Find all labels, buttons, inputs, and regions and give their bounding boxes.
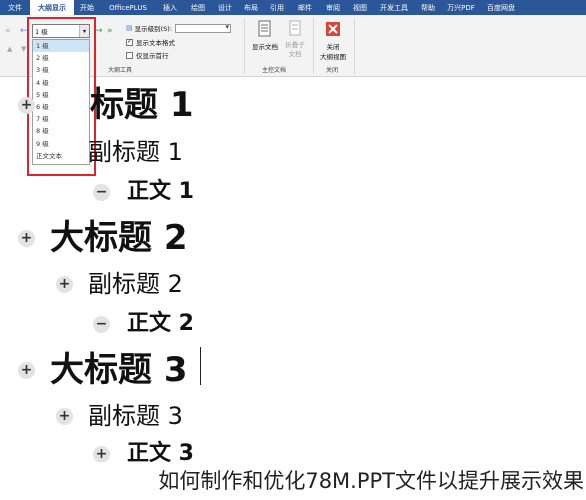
ribbon-tab-9[interactable]: 邮件 bbox=[290, 0, 320, 15]
collapse-minus-icon[interactable]: − bbox=[93, 315, 110, 333]
ribbon-tab-6[interactable]: 设计 bbox=[212, 0, 238, 15]
move-down-icon[interactable]: ▼ bbox=[21, 46, 26, 53]
close-label-line1: 关闭 bbox=[326, 43, 340, 51]
document-icon bbox=[258, 20, 271, 37]
outline-level-dropdown[interactable]: 1 级2 级3 级4 级5 级6 级7 级8 级9 级正文文本 bbox=[32, 39, 90, 165]
group-divider bbox=[354, 18, 355, 74]
promote-to-heading1-icon[interactable]: « bbox=[5, 27, 11, 36]
ribbon-tab-bar: 文件 大纲显示 开始 OfficePLUS 插入 绘图 设计 布局 引用 邮件 审阅 视图 开发工具 帮助… bbox=[0, 0, 586, 15]
outline-level-select[interactable]: 1 级 ▾ bbox=[32, 24, 90, 38]
heading-1-line[interactable]: 大标题 3 bbox=[50, 350, 188, 390]
level-option[interactable]: 3 级 bbox=[33, 64, 89, 76]
show-first-line-only-label: 仅显示首行 bbox=[136, 52, 169, 60]
ribbon-tab-1[interactable]: 大纲显示 bbox=[30, 0, 74, 15]
ribbon-tab-14[interactable]: 万兴PDF bbox=[442, 0, 480, 15]
group-divider bbox=[244, 18, 245, 74]
ribbon-tab-5[interactable]: 绘图 bbox=[184, 0, 212, 15]
demote-icon[interactable]: → bbox=[95, 27, 103, 36]
level-option[interactable]: 4 级 bbox=[33, 77, 89, 89]
close-label-line2: 大纲视图 bbox=[320, 53, 346, 61]
show-level-select[interactable] bbox=[175, 23, 232, 33]
level-option[interactable]: 2 级 bbox=[33, 52, 89, 64]
expand-plus-icon[interactable]: + bbox=[93, 445, 110, 463]
close-group-label: 关闭 bbox=[326, 67, 339, 74]
heading-1-line[interactable]: 标题 1 bbox=[90, 85, 194, 125]
ribbon-tab-15[interactable]: 百度网盘 bbox=[480, 0, 522, 15]
show-document-label: 显示文档 bbox=[252, 43, 278, 51]
level-option[interactable]: 正文文本 bbox=[33, 150, 89, 162]
show-level-label: 显示级别(S): bbox=[134, 25, 173, 33]
level-option[interactable]: 1 级 bbox=[33, 40, 89, 53]
ribbon-tab-8[interactable]: 引用 bbox=[264, 0, 290, 15]
show-first-line-only-checkbox[interactable]: 仅显示首行 bbox=[126, 50, 169, 60]
ribbon-tab-3[interactable]: OfficePLUS bbox=[100, 0, 156, 15]
text-cursor bbox=[200, 347, 201, 385]
ribbon-tab-12[interactable]: 开发工具 bbox=[374, 0, 414, 15]
close-outline-view-button[interactable]: 关闭 大纲视图 bbox=[316, 20, 350, 61]
heading-2-line[interactable]: 副标题 3 bbox=[88, 400, 183, 432]
chevron-down-icon[interactable]: ▾ bbox=[79, 25, 89, 37]
show-level-icon: ▤ bbox=[126, 24, 133, 32]
ribbon-tab-0[interactable]: 文件 bbox=[0, 0, 30, 15]
watermark-caption: 如何制作和优化78M.PPT文件以提升展示效果 bbox=[0, 462, 586, 500]
ribbon-tab-4[interactable]: 插入 bbox=[156, 0, 184, 15]
show-text-format-checkbox[interactable]: ✓ 显示文本格式 bbox=[126, 37, 175, 47]
outline-level-value: 1 级 bbox=[35, 28, 48, 36]
body-text-line[interactable]: 正文 1 bbox=[127, 178, 194, 206]
expand-plus-icon[interactable]: + bbox=[18, 229, 35, 247]
show-text-format-label: 显示文本格式 bbox=[136, 39, 175, 47]
level-option[interactable]: 6 级 bbox=[33, 101, 89, 113]
collapse-subdocuments-button[interactable]: 折叠子文档 bbox=[283, 20, 307, 59]
ribbon-tab-13[interactable]: 帮助 bbox=[414, 0, 442, 15]
level-option[interactable]: 9 级 bbox=[33, 138, 89, 150]
expand-plus-icon[interactable]: + bbox=[18, 96, 35, 114]
heading-2-line[interactable]: 副标题 2 bbox=[88, 268, 183, 300]
ribbon-tab-2[interactable]: 开始 bbox=[74, 0, 100, 15]
body-text-line[interactable]: 正文 2 bbox=[127, 310, 194, 338]
close-x-icon bbox=[326, 22, 340, 36]
demote-to-body-icon[interactable]: » bbox=[107, 27, 113, 36]
outline-tools-group-label: 大纲工具 bbox=[108, 67, 133, 74]
group-divider bbox=[313, 18, 314, 74]
show-level-control[interactable]: ▤ 显示级别(S): bbox=[126, 23, 232, 33]
level-option[interactable]: 8 级 bbox=[33, 125, 89, 137]
expand-plus-icon[interactable]: + bbox=[18, 361, 35, 379]
ribbon-tab-11[interactable]: 视图 bbox=[346, 0, 374, 15]
promote-icon[interactable]: ← bbox=[20, 27, 28, 36]
heading-1-line[interactable]: 大标题 2 bbox=[50, 218, 188, 258]
ribbon-tab-7[interactable]: 布局 bbox=[238, 0, 264, 15]
collapse-subdocuments-label: 折叠子文档 bbox=[285, 41, 305, 58]
master-document-group-label: 主控文档 bbox=[262, 67, 287, 74]
expand-plus-icon[interactable]: + bbox=[56, 275, 73, 293]
level-option[interactable]: 7 级 bbox=[33, 113, 89, 125]
expand-plus-icon[interactable]: + bbox=[56, 407, 73, 425]
show-document-button[interactable]: 显示文档 bbox=[249, 20, 281, 51]
heading-2-line[interactable]: 副标题 1 bbox=[88, 136, 183, 168]
move-up-icon[interactable]: ▲ bbox=[7, 46, 12, 53]
show-first-line-only-check[interactable] bbox=[126, 51, 133, 59]
level-option[interactable]: 5 级 bbox=[33, 89, 89, 101]
collapse-minus-icon[interactable]: − bbox=[93, 183, 110, 201]
show-text-format-check[interactable]: ✓ bbox=[126, 38, 133, 46]
subdocument-icon bbox=[289, 20, 301, 36]
ribbon-tab-10[interactable]: 审阅 bbox=[320, 0, 346, 15]
